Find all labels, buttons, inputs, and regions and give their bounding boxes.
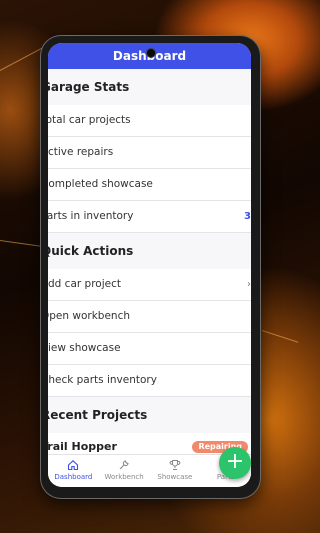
project-name: Trail Hopper <box>48 440 117 453</box>
trophy-icon <box>169 460 181 470</box>
action-view-showcase[interactable]: View showcase <box>48 333 251 365</box>
app-screen: Dashboard Garage Stats Total car project… <box>48 43 251 487</box>
nav-label: Dashboard <box>54 473 93 481</box>
stat-label: Parts in inventory <box>48 210 134 222</box>
stat-row-total-projects[interactable]: Total car projects <box>48 105 251 137</box>
stat-row-parts-inventory[interactable]: Parts in inventory 3 <box>48 201 251 233</box>
stat-row-completed-showcase[interactable]: Completed showcase <box>48 169 251 201</box>
action-add-car-project[interactable]: Add car project › <box>48 269 251 301</box>
plus-icon: + <box>225 449 245 474</box>
project-item[interactable]: Trail Hopper Repairing <box>48 433 251 455</box>
stat-row-active-repairs[interactable]: Active repairs <box>48 137 251 169</box>
nav-item-dashboard[interactable]: Dashboard <box>48 455 99 487</box>
dashboard-content[interactable]: Garage Stats Total car projects Active r… <box>48 69 251 455</box>
stat-label: Completed showcase <box>48 178 153 190</box>
action-label: Check parts inventory <box>48 374 157 386</box>
action-open-workbench[interactable]: Open workbench <box>48 301 251 333</box>
add-fab-button[interactable]: + <box>219 447 251 479</box>
recent-projects-title: Recent Projects <box>48 397 251 433</box>
nav-item-showcase[interactable]: Showcase <box>150 455 201 487</box>
nav-label: Showcase <box>157 473 193 481</box>
action-check-parts-inventory[interactable]: Check parts inventory <box>48 365 251 397</box>
stat-label: Total car projects <box>48 114 131 126</box>
nav-item-workbench[interactable]: Workbench <box>99 455 150 487</box>
action-label: View showcase <box>48 342 121 354</box>
action-label: Open workbench <box>48 310 130 322</box>
garage-stats-title: Garage Stats <box>48 69 251 105</box>
action-label: Add car project <box>48 278 121 290</box>
background-light-streak <box>261 330 299 343</box>
background-light-streak <box>0 240 45 248</box>
quick-actions-title: Quick Actions <box>48 233 251 269</box>
front-camera <box>146 48 156 58</box>
stat-value: 3 <box>244 211 251 222</box>
wrench-icon <box>119 460 129 470</box>
home-icon <box>68 460 79 471</box>
stat-label: Active repairs <box>48 146 114 158</box>
chevron-right-icon: › <box>247 279 251 290</box>
nav-label: Workbench <box>104 473 144 481</box>
